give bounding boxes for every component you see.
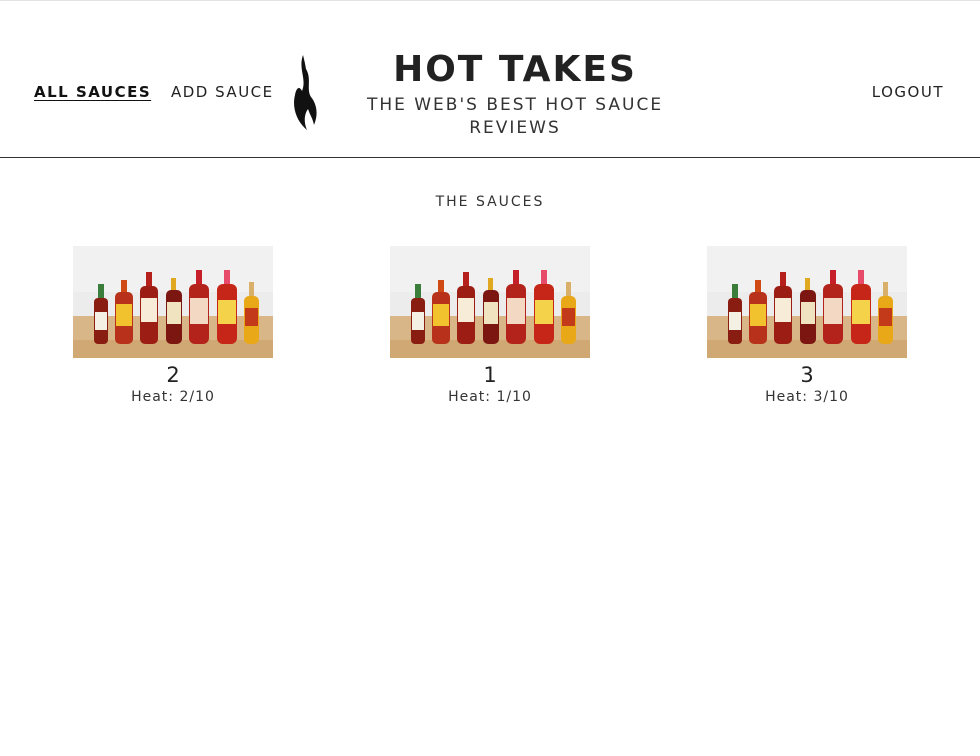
sauce-name: 1 <box>483 363 497 387</box>
brand: HOT TAKES THE WEB'S BEST HOT SAUCE REVIE… <box>365 48 665 140</box>
site-title: HOT TAKES <box>393 49 637 90</box>
sauce-card[interactable]: 3 Heat: 3/10 <box>707 246 907 406</box>
site-subtitle-line2: REVIEWS <box>469 118 561 138</box>
sauce-name: 2 <box>166 363 180 387</box>
logout-link[interactable]: LOGOUT <box>872 83 944 101</box>
hot-sauce-bottles-image <box>73 246 273 358</box>
site-subtitle-line1: THE WEB'S BEST HOT SAUCE <box>366 95 664 115</box>
flame-icon <box>294 55 317 130</box>
site-header: ALL SAUCES ADD SAUCE HOT TAKES THE WEB'S… <box>0 1 980 158</box>
sauce-heat: Heat: 3/10 <box>765 389 849 405</box>
section-title: THE SAUCES <box>435 194 545 210</box>
sauce-heat: Heat: 2/10 <box>131 389 215 405</box>
sauce-card[interactable]: 1 Heat: 1/10 <box>390 246 590 406</box>
sauce-card[interactable]: 2 Heat: 2/10 <box>73 246 273 406</box>
sauce-name: 3 <box>800 363 814 387</box>
nav-all-sauces-link[interactable]: ALL SAUCES <box>34 83 151 101</box>
hot-sauce-bottles-image <box>390 246 590 358</box>
hot-sauce-bottles-image <box>707 246 907 358</box>
nav-add-sauce-link[interactable]: ADD SAUCE <box>171 83 274 101</box>
sauce-heat: Heat: 1/10 <box>448 389 532 405</box>
